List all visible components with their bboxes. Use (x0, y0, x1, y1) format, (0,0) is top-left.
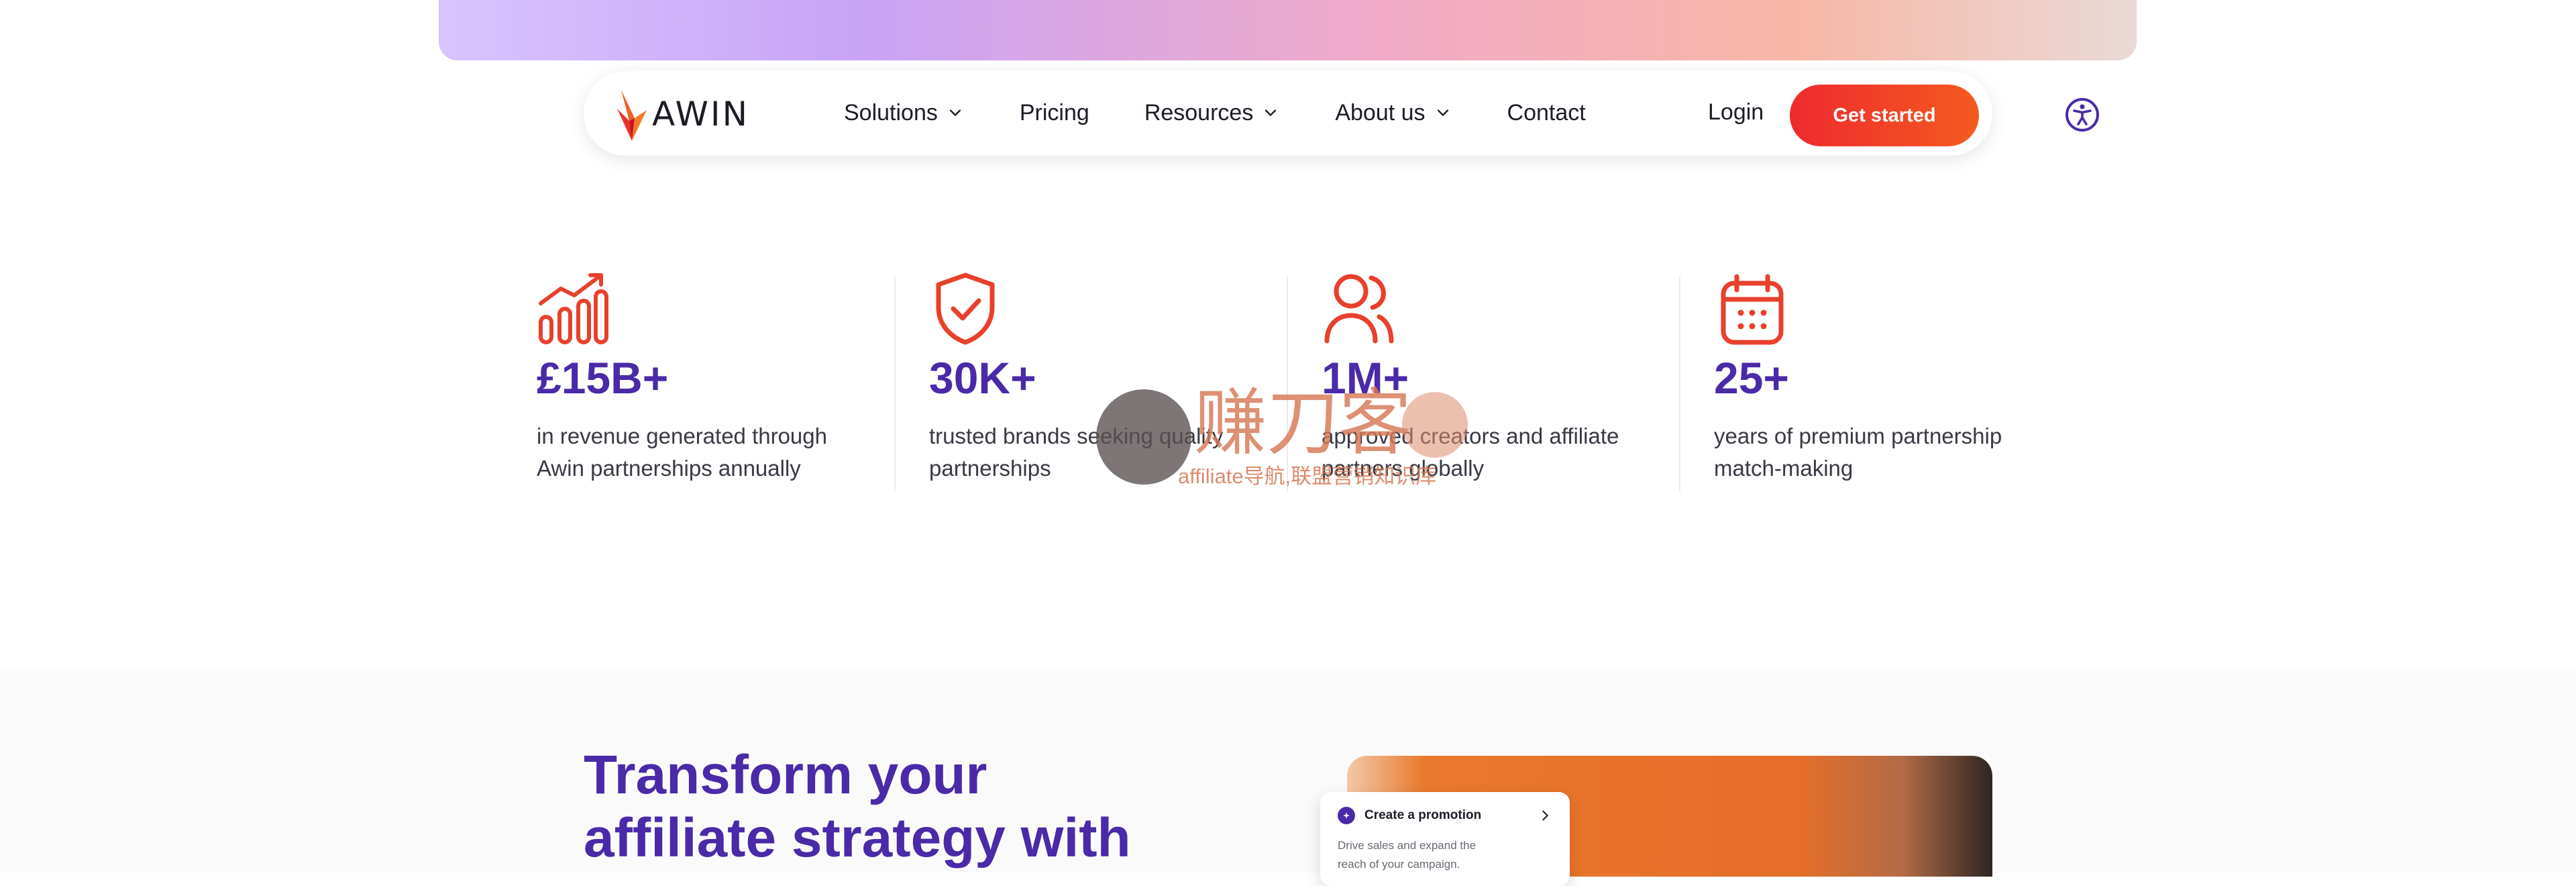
chevron-right-icon[interactable] (1538, 808, 1552, 823)
awin-logo[interactable]: AWIN (614, 86, 749, 142)
stat-description: in revenue generated through Awin partne… (537, 424, 827, 481)
nav-contact[interactable]: Contact (1507, 100, 1586, 126)
logo-wordmark: AWIN (652, 95, 750, 134)
stat-revenue: £15B+ in revenue generated through Awin … (537, 271, 929, 499)
feature-section (0, 671, 2576, 873)
stats-row: £15B+ in revenue generated through Awin … (537, 271, 2106, 499)
calendar-icon (1721, 274, 1784, 345)
stat-divider (1679, 277, 1680, 491)
get-started-button[interactable]: Get started (1790, 85, 1979, 146)
promo-card-text: Drive sales and expand the reach of your… (1338, 839, 1477, 871)
stat-description: trusted brands seeking quality partnersh… (929, 424, 1224, 481)
nav-about-us[interactable]: About us (1335, 100, 1452, 126)
nav-solutions-label: Solutions (844, 99, 938, 126)
nav-contact-label: Contact (1507, 99, 1586, 126)
growth-chart-icon (539, 273, 608, 344)
nav-resources-label: Resources (1144, 99, 1254, 126)
nav-about-us-label: About us (1335, 99, 1426, 126)
stat-brands: 30K+ trusted brands seeking quality part… (894, 271, 1322, 499)
stat-creators: 1M+ approved creators and affiliate part… (1287, 271, 1714, 499)
chevron-down-icon (1265, 109, 1277, 116)
stat-value: 30K+ (929, 353, 1036, 403)
section-headline: Transform your affiliate strategy with (584, 744, 1131, 869)
stat-value: £15B+ (537, 353, 669, 403)
primary-nav: Solutions Pricing Resources About us Con… (844, 94, 1641, 132)
accessibility-icon[interactable] (2065, 97, 2100, 132)
create-promotion-card[interactable]: Create a promotion Drive sales and expan… (1320, 792, 1570, 886)
promotion-icon (1338, 807, 1355, 824)
nav-solutions[interactable]: Solutions (844, 100, 965, 126)
users-icon (1324, 274, 1394, 344)
promo-card-header: Create a promotion (1338, 807, 1552, 824)
login-link[interactable]: Login (1708, 99, 1764, 126)
top-gradient-banner (439, 0, 2137, 60)
nav-pricing-label: Pricing (1019, 99, 1089, 126)
stat-years: 25+ years of premium partnership match-m… (1679, 271, 2106, 499)
stat-description: approved creators and affiliate partners… (1322, 424, 1619, 481)
chevron-down-icon (1437, 109, 1448, 116)
stat-value: 25+ (1714, 353, 1789, 403)
promo-card-title: Create a promotion (1364, 808, 1482, 822)
nav-resources[interactable]: Resources (1144, 100, 1281, 126)
stat-description: years of premium partnership match-makin… (1714, 424, 2002, 481)
stat-value: 1M+ (1322, 353, 1409, 403)
chevron-down-icon (949, 109, 961, 116)
stat-divider (894, 277, 896, 491)
stat-divider (1287, 277, 1288, 491)
awin-logo-mark-icon (617, 90, 647, 141)
shield-check-icon (936, 273, 995, 345)
nav-pricing[interactable]: Pricing (1020, 100, 1089, 126)
